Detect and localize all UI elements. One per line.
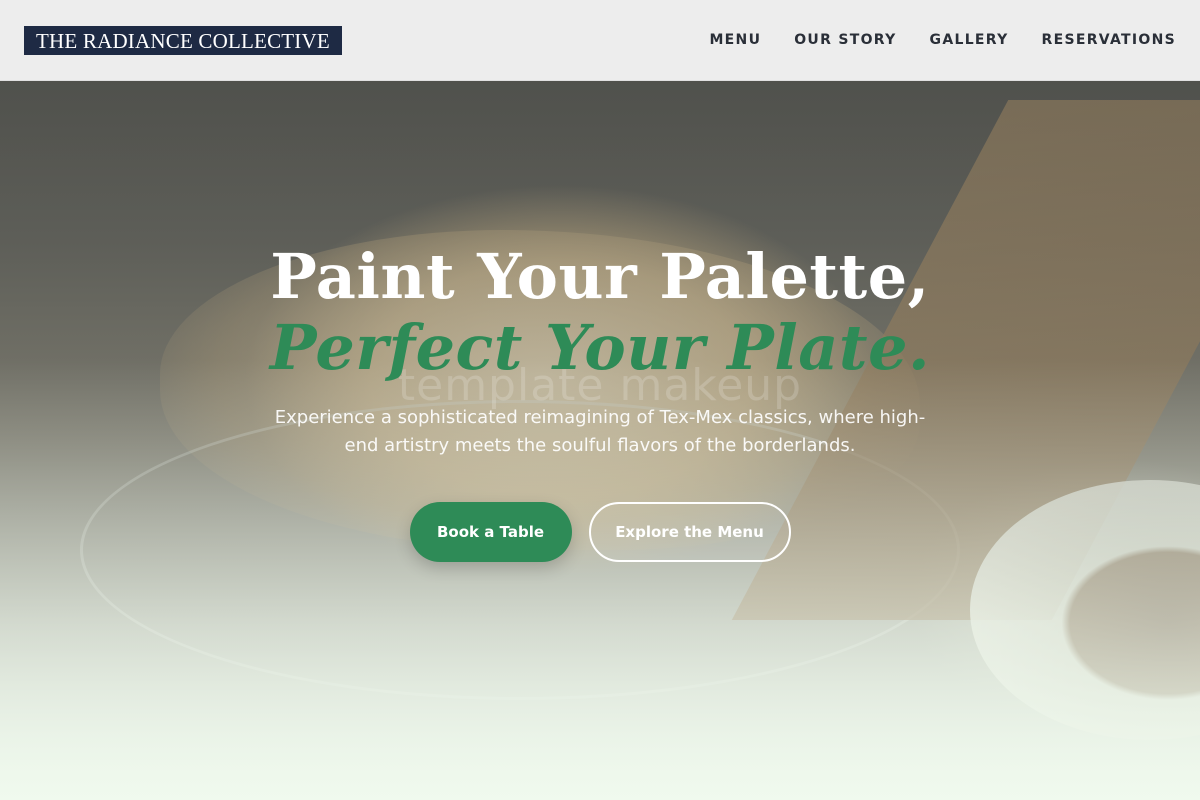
hero-subtitle: Experience a sophisticated reimagining o…	[274, 407, 926, 456]
hero-content: Paint Your Palette, Perfect Your Plate. …	[0, 240, 1200, 460]
site-header: THE RADIANCE COLLECTIVE MENU OUR STORY G…	[0, 0, 1200, 81]
hero-title-line2: Perfect Your Plate.	[269, 311, 931, 384]
nav-item-menu[interactable]: MENU	[709, 32, 761, 48]
brand-logo[interactable]: THE RADIANCE COLLECTIVE	[24, 25, 342, 55]
explore-menu-button[interactable]: Explore the Menu	[588, 502, 791, 562]
nav-item-our-story[interactable]: OUR STORY	[794, 32, 896, 48]
nav-item-reservations[interactable]: RESERVATIONS	[1042, 32, 1176, 48]
hero-title: Paint Your Palette, Perfect Your Plate.	[0, 240, 1200, 382]
main-nav: MENU OUR STORY GALLERY RESERVATIONS	[709, 32, 1176, 48]
hero-actions: Book a Table Explore the Menu	[0, 502, 1200, 562]
book-table-button[interactable]: Book a Table	[409, 502, 572, 562]
hero-title-line1: Paint Your Palette,	[270, 240, 930, 313]
nav-item-gallery[interactable]: GALLERY	[930, 32, 1009, 48]
